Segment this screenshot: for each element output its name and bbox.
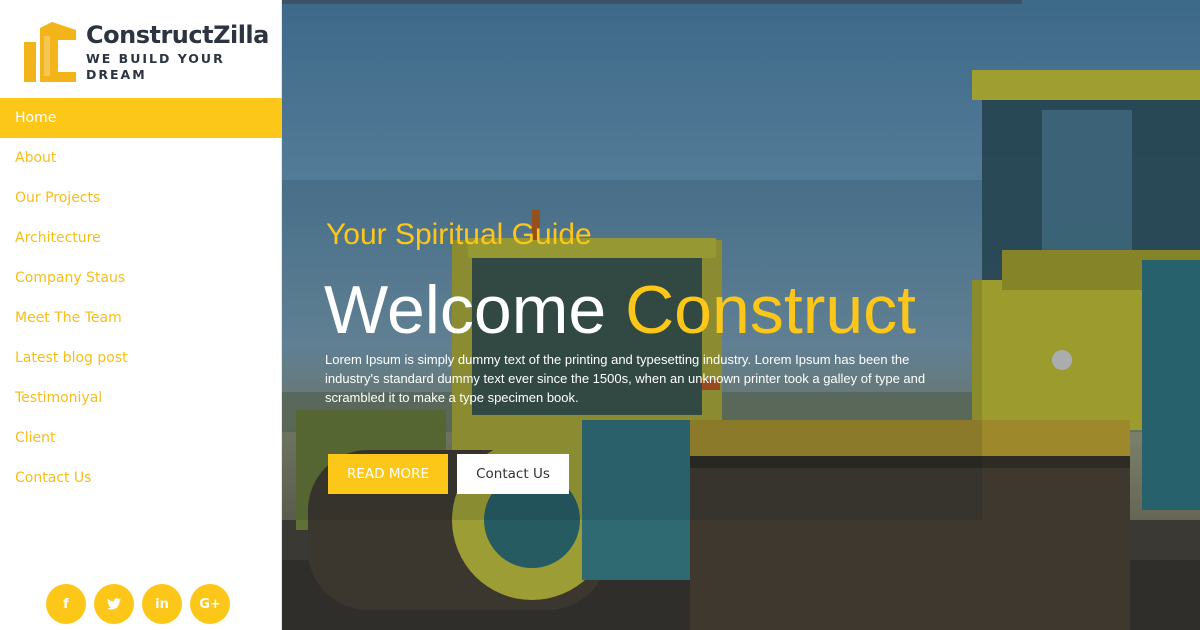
nav-item-company-status[interactable]: Company Staus <box>0 258 282 298</box>
nav-item-about[interactable]: About <box>0 138 282 178</box>
nav-item-architecture[interactable]: Architecture <box>0 218 282 258</box>
sidebar: ConstructZilla WE BUILD YOUR DREAM Home … <box>0 0 282 630</box>
logo-building-icon <box>22 20 78 84</box>
nav-item-our-projects[interactable]: Our Projects <box>0 178 282 218</box>
nav-item-client[interactable]: Client <box>0 418 282 458</box>
hero-eyebrow: Your Spiritual Guide <box>326 218 592 251</box>
main-nav: Home About Our Projects Architecture Com… <box>0 98 282 498</box>
google-plus-icon[interactable]: G+ <box>190 584 230 624</box>
social-links: f in G+ <box>46 584 230 624</box>
nav-item-home[interactable]: Home <box>0 98 282 138</box>
nav-item-meet-the-team[interactable]: Meet The Team <box>0 298 282 338</box>
nav-item-latest-blog-post[interactable]: Latest blog post <box>0 338 282 378</box>
headline-construct: Construct <box>625 272 917 348</box>
nav-item-contact-us[interactable]: Contact Us <box>0 458 282 498</box>
logo[interactable]: ConstructZilla WE BUILD YOUR DREAM <box>22 20 281 84</box>
hero-headline: Welcome Construct <box>324 270 916 350</box>
twitter-icon[interactable] <box>94 584 134 624</box>
brand-tagline: WE BUILD YOUR DREAM <box>86 51 225 82</box>
read-more-button[interactable]: READ MORE <box>328 454 448 494</box>
brand-name: ConstructZilla <box>86 21 269 49</box>
facebook-icon[interactable]: f <box>46 584 86 624</box>
contact-us-button[interactable]: Contact Us <box>457 454 569 494</box>
nav-item-testimonial[interactable]: Testimoniyal <box>0 378 282 418</box>
hero-description: Lorem Ipsum is simply dummy text of the … <box>325 352 926 405</box>
top-accent-bar <box>282 0 1022 4</box>
headline-welcome: Welcome <box>324 272 607 348</box>
hero-banner: Your Spiritual Guide Welcome Construct L… <box>282 0 1200 630</box>
linkedin-icon[interactable]: in <box>142 584 182 624</box>
